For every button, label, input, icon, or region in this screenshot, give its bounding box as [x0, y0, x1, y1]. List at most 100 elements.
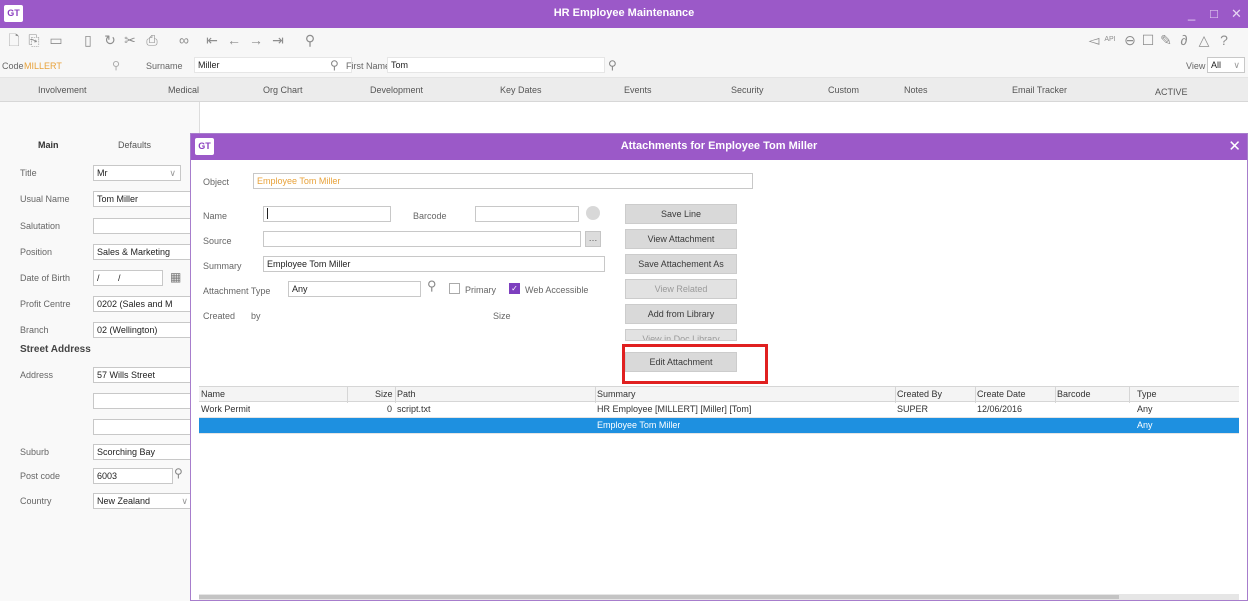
note-icon[interactable]: ☐: [1140, 32, 1156, 48]
edit-icon[interactable]: ✎: [1158, 32, 1174, 48]
summary-input[interactable]: Employee Tom Miller: [263, 256, 605, 272]
name-input[interactable]: [263, 206, 391, 222]
save-attachment-as-button[interactable]: Save Attachement As: [625, 254, 737, 274]
table-row[interactable]: Work Permit 0 script.txt HR Employee [MI…: [199, 402, 1239, 418]
view-in-doc-library-button[interactable]: View in Doc Library: [625, 329, 737, 341]
tab-org-chart[interactable]: Org Chart: [263, 85, 303, 95]
tab-security[interactable]: Security: [731, 85, 764, 95]
attach-icon[interactable]: ∂: [1176, 32, 1192, 48]
save-line-button[interactable]: Save Line: [625, 204, 737, 224]
horizontal-scrollbar[interactable]: [199, 594, 1239, 600]
minimize-button[interactable]: _: [1188, 6, 1195, 21]
primary-checkbox[interactable]: [449, 283, 460, 294]
calendar-icon[interactable]: ▦: [170, 270, 181, 284]
attachments-table-header: Name Size Path Summary Created By Create…: [199, 386, 1239, 403]
prev-icon[interactable]: ←: [226, 32, 242, 48]
tools-icon[interactable]: ✂: [122, 32, 138, 48]
address-line3-input[interactable]: [93, 419, 193, 435]
help-icon[interactable]: ?: [1216, 32, 1232, 48]
table-row-selected[interactable]: Employee Tom Miller Any: [199, 418, 1239, 434]
pin-icon[interactable]: ⚲: [302, 32, 318, 48]
column-create-date[interactable]: Create Date: [977, 389, 1026, 399]
subtab-defaults[interactable]: Defaults: [118, 140, 151, 150]
position-input[interactable]: Sales & Marketing: [93, 244, 193, 260]
next-icon[interactable]: →: [248, 32, 264, 48]
code-search-icon[interactable]: ⚲: [112, 59, 120, 72]
date-of-birth-input[interactable]: / /: [93, 270, 163, 286]
cell-type: Any: [1137, 420, 1153, 430]
api-icon[interactable]: API: [1102, 32, 1118, 48]
maximize-button[interactable]: □: [1210, 6, 1218, 21]
country-select[interactable]: New Zealand ∨: [93, 493, 193, 509]
surname-search-icon[interactable]: ⚲: [330, 58, 339, 72]
send-icon[interactable]: ◅: [1086, 32, 1102, 48]
column-path[interactable]: Path: [397, 389, 416, 399]
close-icon[interactable]: ✕: [1228, 137, 1241, 155]
back-icon[interactable]: ⊖: [1122, 32, 1138, 48]
browse-button[interactable]: …: [585, 231, 601, 247]
usual-name-input[interactable]: Tom Miller: [93, 191, 193, 207]
column-created-by[interactable]: Created By: [897, 389, 942, 399]
status-badge: ACTIVE: [1155, 87, 1188, 97]
source-input[interactable]: [263, 231, 581, 247]
binoculars-icon[interactable]: ∞: [176, 32, 192, 48]
object-label: Object: [203, 177, 230, 187]
post-code-input[interactable]: 6003: [93, 468, 173, 484]
attachment-type-input[interactable]: Any: [288, 281, 421, 297]
tab-development[interactable]: Development: [370, 85, 423, 95]
firstname-label: First Name: [346, 61, 391, 71]
firstname-input[interactable]: Tom: [387, 57, 605, 73]
refresh-icon[interactable]: ↻: [102, 32, 118, 48]
post-code-search-icon[interactable]: ⚲: [174, 466, 183, 480]
view-attachment-button[interactable]: View Attachment: [625, 229, 737, 249]
suburb-input[interactable]: Scorching Bay: [93, 444, 193, 460]
tab-involvement[interactable]: Involvement: [38, 85, 87, 95]
column-divider: [395, 387, 396, 403]
add-from-library-button[interactable]: Add from Library: [625, 304, 737, 324]
tab-key-dates[interactable]: Key Dates: [500, 85, 542, 95]
attachment-type-search-icon[interactable]: ⚲: [427, 278, 437, 294]
close-button[interactable]: ✕: [1231, 6, 1242, 22]
tab-email-tracker[interactable]: Email Tracker: [1012, 85, 1067, 95]
subtab-main[interactable]: Main: [38, 140, 59, 150]
scrollbar-thumb[interactable]: [199, 595, 1119, 599]
view-select[interactable]: All ∨: [1207, 57, 1245, 73]
last-icon[interactable]: ⇥: [270, 32, 286, 48]
first-icon[interactable]: ⇤: [204, 32, 220, 48]
print-icon[interactable]: ⎙: [144, 32, 160, 48]
surname-input[interactable]: Miller: [194, 57, 352, 73]
object-input[interactable]: Employee Tom Miller: [253, 173, 753, 189]
name-label: Name: [203, 211, 228, 221]
column-size[interactable]: Size: [375, 389, 393, 399]
delete-icon[interactable]: ▯: [80, 32, 96, 48]
address-line2-input[interactable]: [93, 393, 193, 409]
save-icon[interactable]: ▭: [48, 32, 64, 48]
column-type[interactable]: Type: [1137, 389, 1157, 399]
profit-centre-input[interactable]: 0202 (Sales and M: [93, 296, 193, 312]
column-name[interactable]: Name: [201, 389, 225, 399]
address-line1-input[interactable]: 57 Wills Street: [93, 367, 193, 383]
alert-icon[interactable]: △: [1196, 32, 1212, 48]
tab-medical[interactable]: Medical: [168, 85, 199, 95]
tab-events[interactable]: Events: [624, 85, 652, 95]
country-label: Country: [20, 496, 52, 506]
copy-icon[interactable]: ⎘: [26, 32, 42, 48]
dialog-title: Attachments for Employee Tom Miller: [620, 140, 818, 152]
title-select[interactable]: Mr ∨: [93, 165, 181, 181]
new-icon[interactable]: 🗋: [6, 32, 22, 48]
branch-input[interactable]: 02 (Wellington): [93, 322, 193, 338]
created-label: Created: [203, 311, 236, 321]
tab-custom[interactable]: Custom: [828, 85, 859, 95]
column-summary[interactable]: Summary: [597, 389, 636, 399]
column-barcode[interactable]: Barcode: [1057, 389, 1091, 399]
web-accessible-checkbox[interactable]: ✓: [509, 283, 520, 294]
salutation-input[interactable]: [93, 218, 193, 234]
barcode-input[interactable]: [475, 206, 579, 222]
column-divider: [347, 387, 348, 403]
barcode-scan-icon[interactable]: [586, 206, 600, 220]
firstname-search-icon[interactable]: ⚲: [608, 58, 617, 72]
code-input[interactable]: MILLERT: [24, 61, 62, 71]
view-related-button[interactable]: View Related: [625, 279, 737, 299]
source-label: Source: [203, 236, 232, 246]
tab-notes[interactable]: Notes: [904, 85, 928, 95]
